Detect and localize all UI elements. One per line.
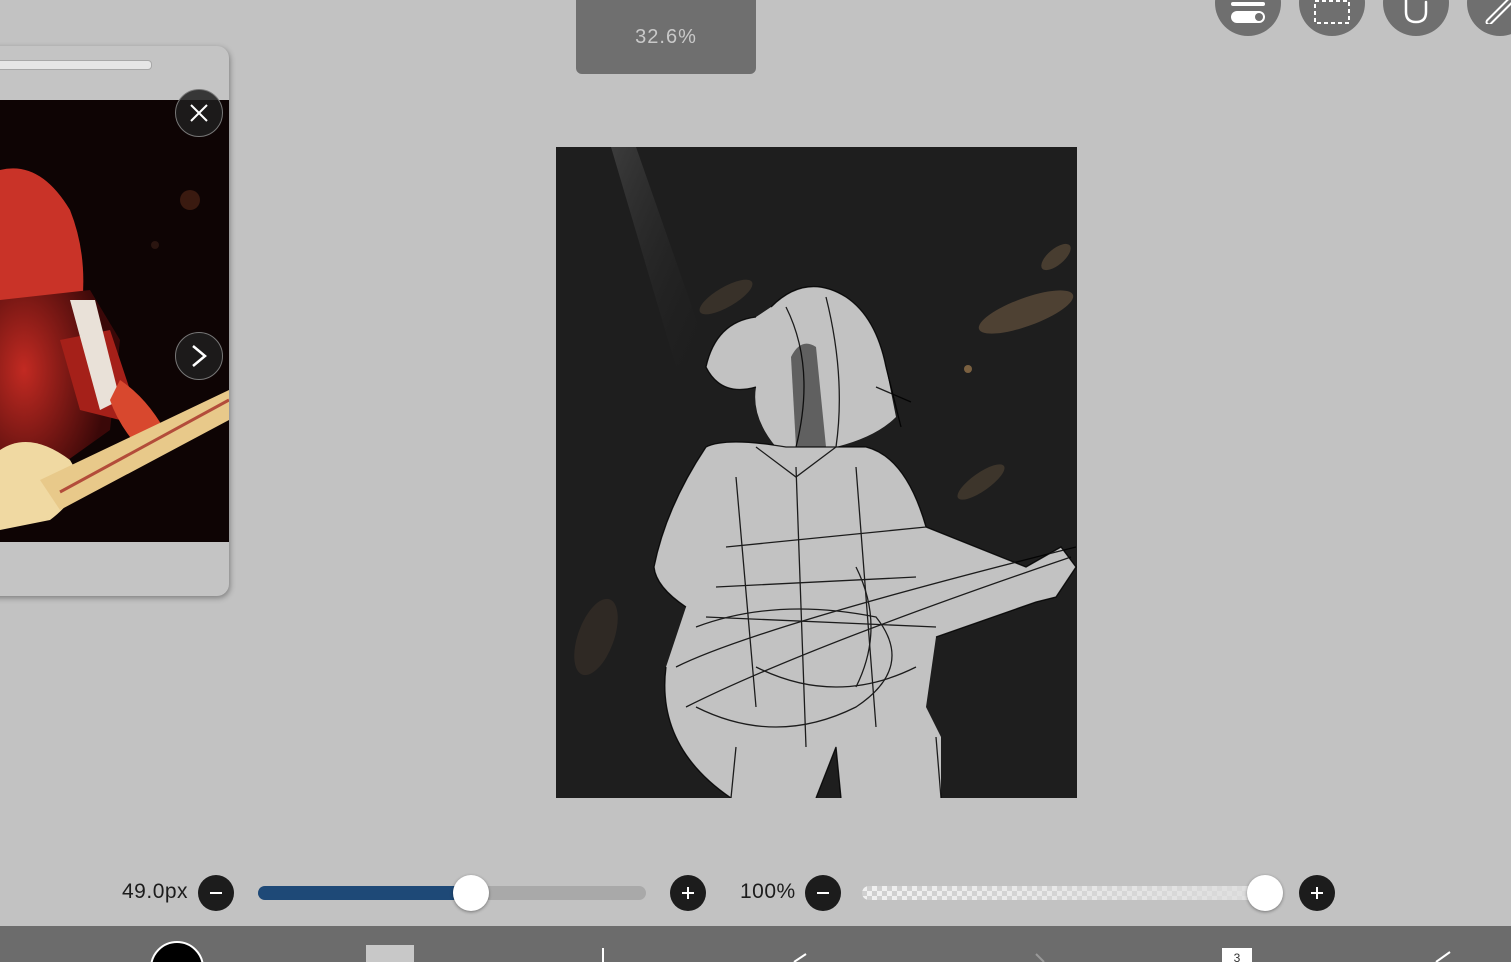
hand-button[interactable] bbox=[1383, 0, 1449, 36]
brush-opacity-value: 100% bbox=[740, 880, 796, 903]
zoom-value: 32.6% bbox=[635, 25, 697, 48]
reference-close-button[interactable] bbox=[175, 89, 223, 137]
brush-size-knob[interactable] bbox=[453, 875, 490, 911]
reference-image bbox=[0, 100, 229, 542]
chevron-right-icon bbox=[192, 345, 207, 367]
plus-icon bbox=[682, 887, 694, 899]
minus-icon bbox=[817, 892, 829, 894]
menu-icon[interactable] bbox=[1434, 950, 1454, 962]
reference-window[interactable] bbox=[0, 46, 229, 596]
brush-size-decrease-button[interactable] bbox=[198, 875, 234, 911]
selection-icon bbox=[1314, 0, 1350, 24]
minus-icon bbox=[210, 892, 222, 894]
brush-size-value: 49.0px bbox=[122, 880, 189, 903]
brush-size-slider[interactable] bbox=[258, 886, 646, 900]
brush-tool-icon[interactable] bbox=[596, 948, 610, 962]
secondary-color-swatch[interactable] bbox=[366, 945, 414, 962]
reference-opacity-slider[interactable] bbox=[0, 60, 152, 70]
bottom-toolbar: 3 bbox=[0, 926, 1511, 962]
ruler-button[interactable] bbox=[1467, 0, 1511, 36]
brush-opacity-knob[interactable] bbox=[1247, 875, 1283, 911]
layer-toggle-button[interactable] bbox=[1215, 0, 1281, 36]
toggle-icon bbox=[1231, 2, 1265, 23]
selection-button[interactable] bbox=[1299, 0, 1365, 36]
opacity-increase-button[interactable] bbox=[1299, 875, 1335, 911]
layers-button[interactable]: 3 bbox=[1222, 948, 1252, 962]
hand-icon bbox=[1404, 0, 1428, 24]
reference-next-button[interactable] bbox=[175, 332, 223, 380]
zoom-indicator: 32.6% bbox=[576, 0, 756, 74]
brush-size-fill bbox=[258, 886, 472, 900]
brush-opacity-slider[interactable] bbox=[862, 886, 1270, 900]
brush-size-increase-button[interactable] bbox=[670, 875, 706, 911]
smudge-tool-icon[interactable] bbox=[1032, 952, 1052, 962]
layers-count: 3 bbox=[1233, 951, 1241, 962]
opacity-decrease-button[interactable] bbox=[805, 875, 841, 911]
ruler-icon bbox=[1485, 0, 1511, 24]
drawing-canvas[interactable] bbox=[556, 147, 1077, 798]
close-icon bbox=[190, 104, 208, 122]
primary-color-swatch[interactable] bbox=[150, 941, 204, 962]
reference-photo bbox=[0, 100, 229, 542]
plus-icon bbox=[1311, 887, 1323, 899]
eraser-tool-icon[interactable] bbox=[792, 952, 812, 962]
sketch-artwork bbox=[574, 147, 1077, 798]
